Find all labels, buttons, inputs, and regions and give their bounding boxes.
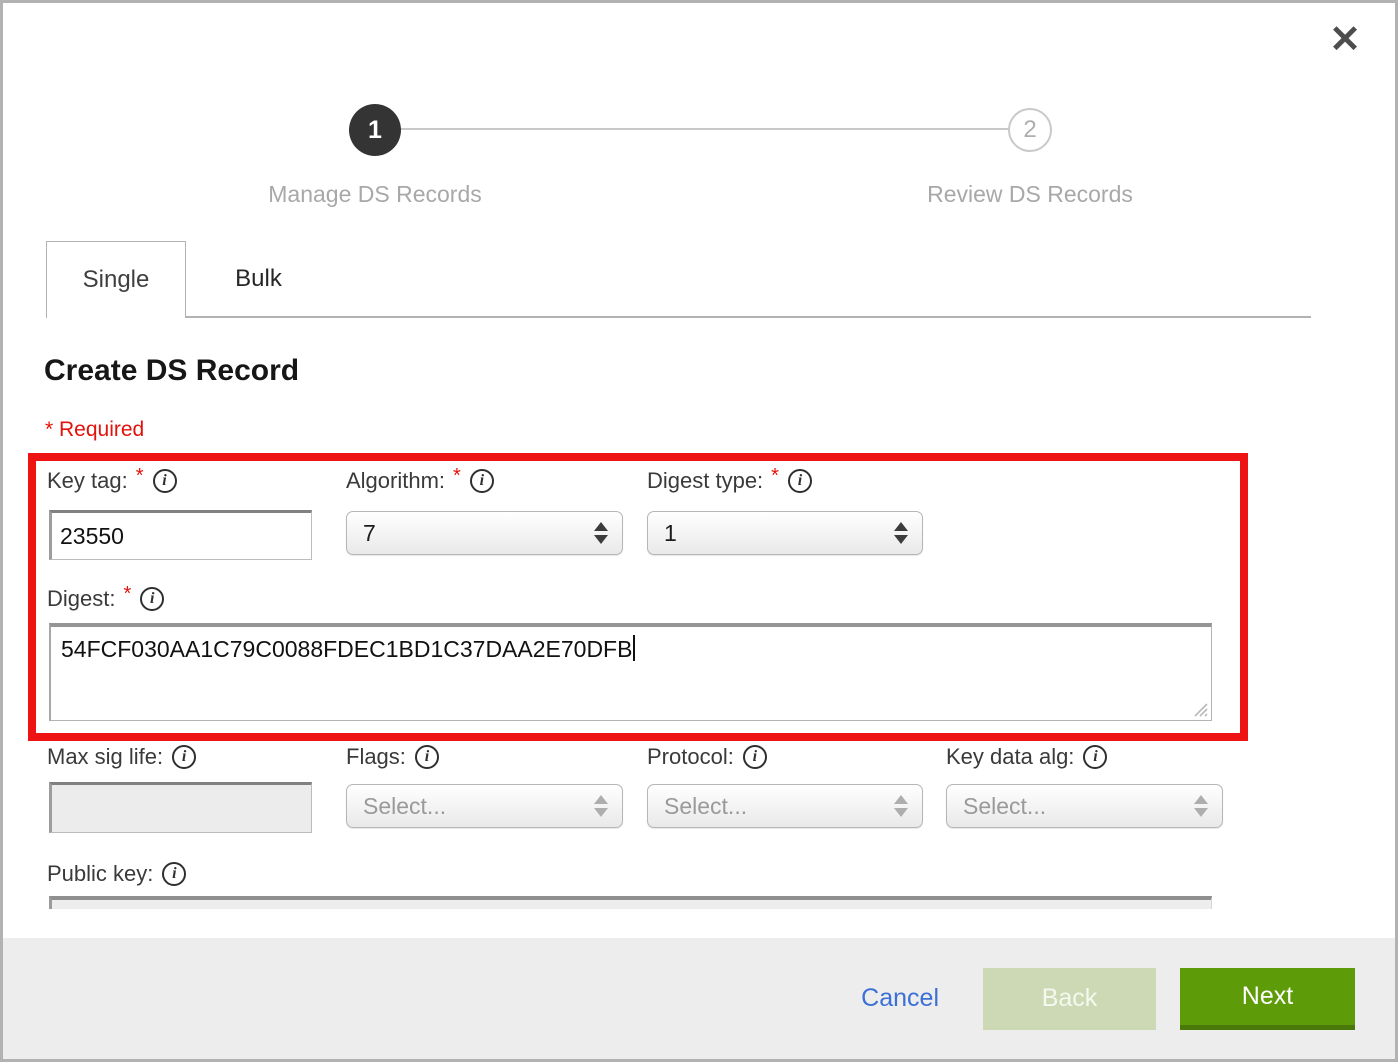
- page-title: Create DS Record: [44, 354, 299, 388]
- spinner-arrows-icon: [894, 795, 908, 817]
- digest-textarea[interactable]: 54FCF030AA1C79C0088FDEC1BD1C37DAA2E70DFB: [49, 623, 1212, 721]
- algorithm-select-value: 7: [363, 520, 586, 547]
- step-1-label: Manage DS Records: [215, 181, 535, 208]
- spinner-arrows-icon: [1194, 795, 1208, 817]
- required-asterisk: *: [771, 465, 779, 488]
- required-asterisk: *: [453, 465, 461, 488]
- digest-label: Digest: * i: [47, 586, 164, 612]
- algorithm-select[interactable]: 7: [346, 511, 623, 555]
- key-data-alg-select-value: Select...: [963, 793, 1186, 820]
- flags-info-icon[interactable]: i: [415, 745, 439, 769]
- max-sig-life-label: Max sig life: i: [47, 744, 196, 770]
- protocol-label-text: Protocol:: [647, 744, 734, 770]
- protocol-info-icon[interactable]: i: [743, 745, 767, 769]
- step-1-circle: 1: [349, 104, 401, 156]
- stepper-connector-line: [401, 128, 1008, 130]
- step-2-label: Review DS Records: [870, 181, 1190, 208]
- key-tag-info-icon[interactable]: i: [153, 469, 177, 493]
- public-key-textarea[interactable]: [49, 896, 1212, 909]
- close-icon[interactable]: ✕: [1329, 21, 1361, 59]
- key-data-alg-info-icon[interactable]: i: [1083, 745, 1107, 769]
- flags-select-value: Select...: [363, 793, 586, 820]
- digest-type-select[interactable]: 1: [647, 511, 923, 555]
- spinner-arrows-icon: [594, 522, 608, 544]
- step-2-circle: 2: [1008, 108, 1052, 152]
- resize-handle-icon[interactable]: [1192, 701, 1208, 717]
- tab-bulk[interactable]: Bulk: [186, 241, 331, 316]
- algorithm-info-icon[interactable]: i: [470, 469, 494, 493]
- key-tag-label-text: Key tag:: [47, 468, 128, 494]
- protocol-select[interactable]: Select...: [647, 784, 923, 828]
- flags-label: Flags: i: [346, 744, 439, 770]
- flags-label-text: Flags:: [346, 744, 406, 770]
- flags-select[interactable]: Select...: [346, 784, 623, 828]
- digest-type-label-text: Digest type:: [647, 468, 763, 494]
- required-asterisk: *: [136, 465, 144, 488]
- digest-value: 54FCF030AA1C79C0088FDEC1BD1C37DAA2E70DFB: [61, 636, 632, 662]
- max-sig-life-input[interactable]: [49, 782, 312, 833]
- step-1-number: 1: [368, 116, 382, 145]
- modal-footer: Cancel Back Next: [3, 938, 1395, 1059]
- algorithm-label-text: Algorithm:: [346, 468, 445, 494]
- digest-label-text: Digest:: [47, 586, 115, 612]
- text-cursor: [633, 635, 635, 661]
- back-button[interactable]: Back: [983, 968, 1156, 1030]
- next-button[interactable]: Next: [1180, 968, 1355, 1030]
- public-key-label: Public key: i: [47, 861, 186, 887]
- key-tag-input[interactable]: [49, 510, 312, 560]
- digest-type-label: Digest type: * i: [647, 468, 812, 494]
- step-2-number: 2: [1023, 116, 1036, 144]
- key-data-alg-label: Key data alg: i: [946, 744, 1107, 770]
- public-key-info-icon[interactable]: i: [162, 862, 186, 886]
- key-data-alg-label-text: Key data alg:: [946, 744, 1074, 770]
- protocol-label: Protocol: i: [647, 744, 767, 770]
- digest-info-icon[interactable]: i: [140, 587, 164, 611]
- tab-underline: [46, 316, 1311, 318]
- create-ds-record-modal: ✕ 1 2 Manage DS Records Review DS Record…: [0, 0, 1398, 1062]
- digest-type-select-value: 1: [664, 520, 886, 547]
- public-key-label-text: Public key:: [47, 861, 153, 887]
- spinner-arrows-icon: [594, 795, 608, 817]
- spinner-arrows-icon: [894, 522, 908, 544]
- protocol-select-value: Select...: [664, 793, 886, 820]
- required-note: * Required: [45, 418, 144, 442]
- key-data-alg-select[interactable]: Select...: [946, 784, 1223, 828]
- cancel-button[interactable]: Cancel: [861, 984, 939, 1013]
- algorithm-label: Algorithm: * i: [346, 468, 494, 494]
- tab-single[interactable]: Single: [46, 241, 186, 318]
- digest-type-info-icon[interactable]: i: [788, 469, 812, 493]
- max-sig-life-label-text: Max sig life:: [47, 744, 163, 770]
- key-tag-label: Key tag: * i: [47, 468, 177, 494]
- max-sig-life-info-icon[interactable]: i: [172, 745, 196, 769]
- required-asterisk: *: [123, 583, 131, 606]
